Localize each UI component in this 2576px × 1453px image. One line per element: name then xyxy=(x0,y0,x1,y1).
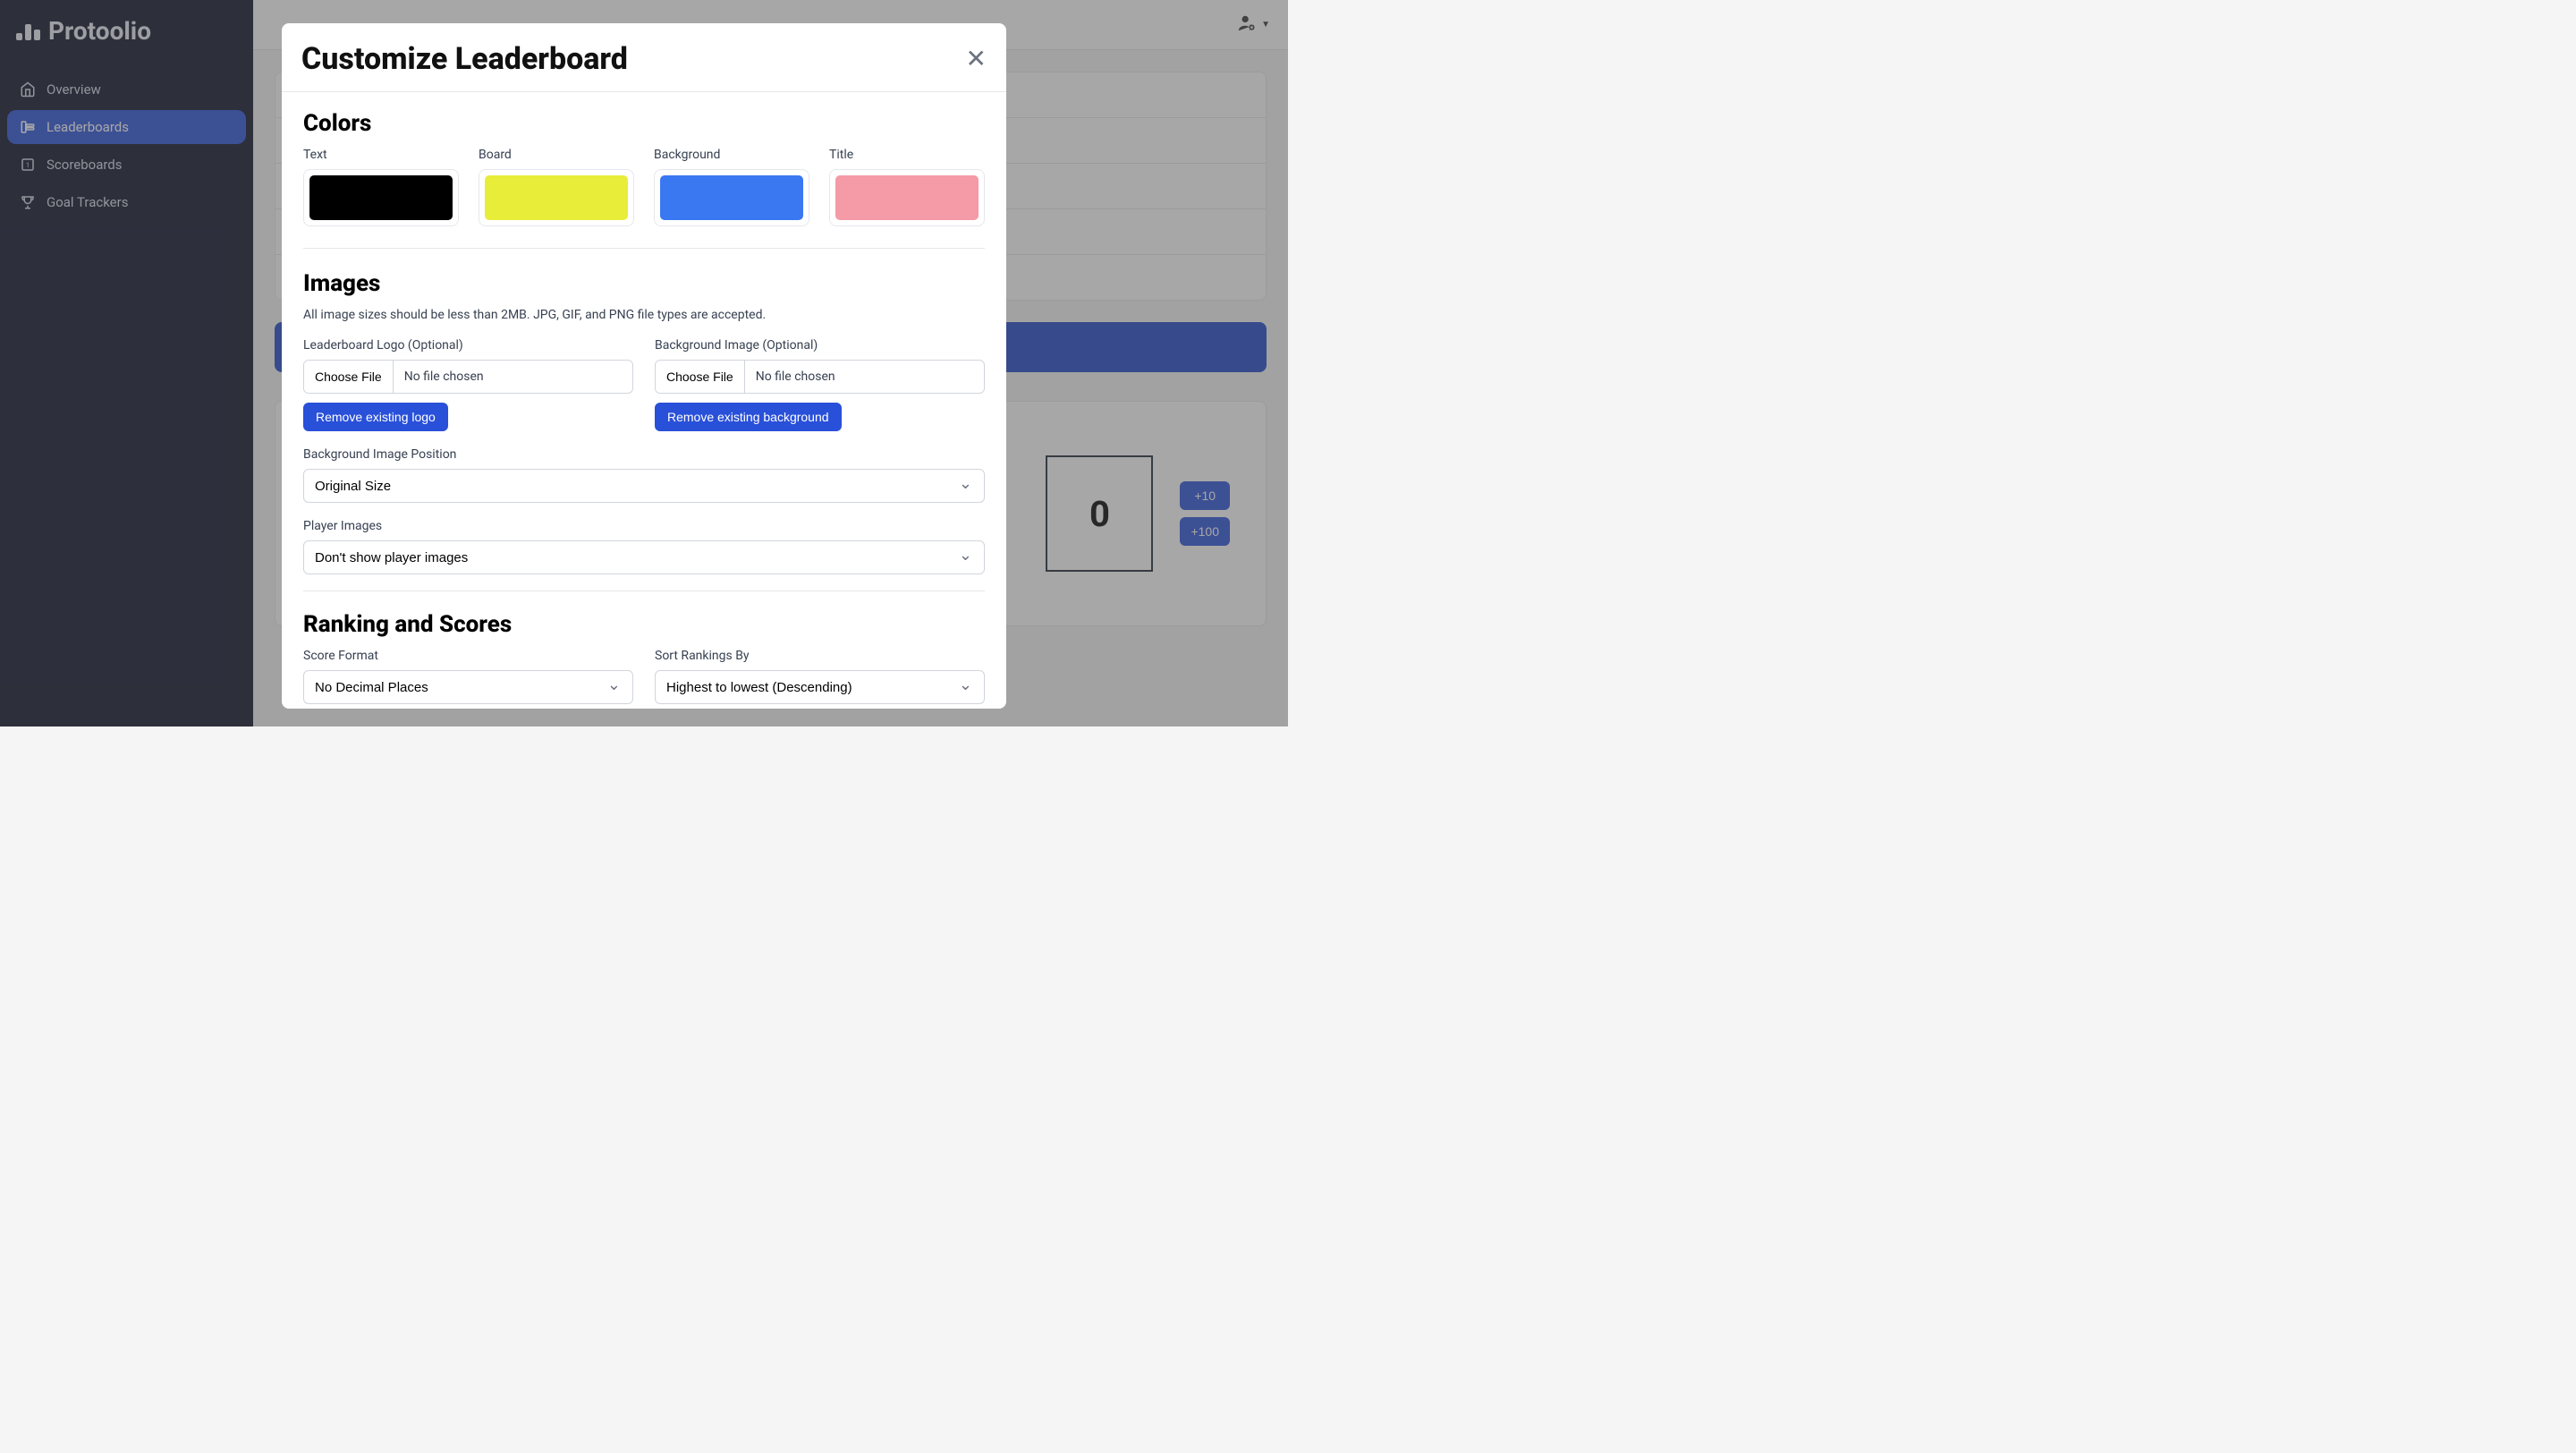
close-icon: ✕ xyxy=(966,45,987,72)
images-helper-text: All image sizes should be less than 2MB.… xyxy=(303,308,985,322)
modal-title: Customize Leaderboard xyxy=(301,41,628,77)
bg-file-input[interactable]: Choose File No file chosen xyxy=(655,360,985,394)
text-color-swatch xyxy=(309,175,453,220)
title-color-label: Title xyxy=(829,148,985,162)
bg-upload-label: Background Image (Optional) xyxy=(655,338,985,353)
logo-file-input[interactable]: Choose File No file chosen xyxy=(303,360,633,394)
background-color-picker[interactable] xyxy=(654,169,809,226)
remove-logo-button[interactable]: Remove existing logo xyxy=(303,403,448,431)
score-format-label: Score Format xyxy=(303,649,633,663)
text-color-label: Text xyxy=(303,148,459,162)
bg-position-select[interactable]: Original Size xyxy=(303,469,985,503)
bg-position-label: Background Image Position xyxy=(303,447,985,462)
section-ranking-title: Ranking and Scores xyxy=(303,611,985,638)
close-button[interactable]: ✕ xyxy=(966,47,987,72)
title-color-picker[interactable] xyxy=(829,169,985,226)
player-images-label: Player Images xyxy=(303,519,985,533)
title-color-swatch xyxy=(835,175,979,220)
customize-leaderboard-modal: Customize Leaderboard ✕ Colors Text Boar… xyxy=(282,23,1006,709)
sort-rankings-select[interactable]: Highest to lowest (Descending) xyxy=(655,670,985,704)
background-color-swatch xyxy=(660,175,803,220)
choose-file-button[interactable]: Choose File xyxy=(656,361,745,393)
modal-overlay[interactable]: Customize Leaderboard ✕ Colors Text Boar… xyxy=(0,0,1288,726)
file-status-text: No file chosen xyxy=(394,361,495,393)
section-colors-title: Colors xyxy=(303,110,985,137)
choose-file-button[interactable]: Choose File xyxy=(304,361,394,393)
modal-body: Colors Text Board Background xyxy=(282,92,1006,709)
score-format-select[interactable]: No Decimal Places xyxy=(303,670,633,704)
file-status-text: No file chosen xyxy=(745,361,846,393)
board-color-swatch xyxy=(485,175,628,220)
text-color-picker[interactable] xyxy=(303,169,459,226)
board-color-picker[interactable] xyxy=(479,169,634,226)
player-images-select[interactable]: Don't show player images xyxy=(303,540,985,574)
board-color-label: Board xyxy=(479,148,634,162)
colors-row: Text Board Background xyxy=(303,148,985,249)
sort-rankings-label: Sort Rankings By xyxy=(655,649,985,663)
section-images-title: Images xyxy=(303,270,985,297)
remove-bg-button[interactable]: Remove existing background xyxy=(655,403,842,431)
logo-upload-label: Leaderboard Logo (Optional) xyxy=(303,338,633,353)
background-color-label: Background xyxy=(654,148,809,162)
modal-header: Customize Leaderboard ✕ xyxy=(282,23,1006,92)
